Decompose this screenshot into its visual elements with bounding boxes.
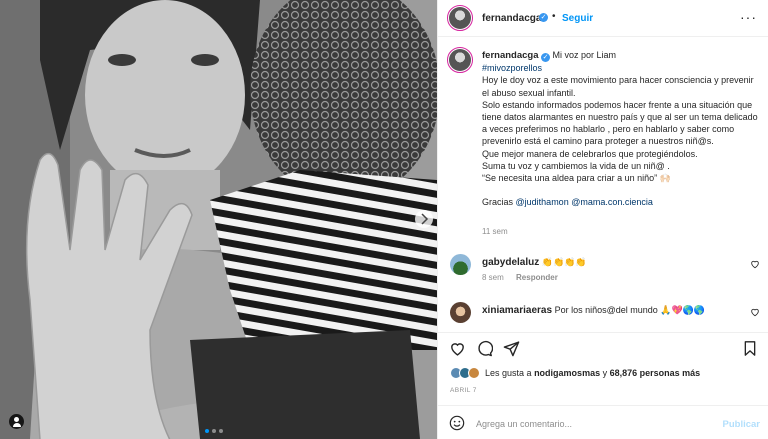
caption-line: “Se necesita una aldea para criar a un n… xyxy=(482,173,671,184)
reply-button[interactable]: Responder xyxy=(516,273,558,282)
commenter-avatar[interactable] xyxy=(450,254,471,275)
post-photo[interactable] xyxy=(0,0,437,439)
emoji-icon[interactable] xyxy=(449,415,465,431)
verified-icon: ✓ xyxy=(539,13,548,22)
verified-icon: ✓ xyxy=(541,53,551,62)
commenter-avatar[interactable] xyxy=(450,302,471,323)
bookmark-icon[interactable] xyxy=(742,340,758,357)
post-date[interactable]: ABRIL 7 xyxy=(450,387,477,394)
comment-text: gabydelaluz 👏👏👏👏 xyxy=(482,257,587,268)
liker-avatars xyxy=(450,367,480,379)
caption-title: Mi voz por Liam xyxy=(552,50,617,60)
caption-line xyxy=(482,184,762,196)
caption-line: Que mejor manera de celebrarlos que prot… xyxy=(482,148,698,159)
carousel-dots xyxy=(205,429,223,433)
carousel-dot xyxy=(212,429,216,433)
caption-thanks: Gracias xyxy=(482,197,514,208)
share-icon[interactable] xyxy=(503,340,520,357)
caption-username[interactable]: fernandacga xyxy=(482,50,539,61)
comment-meta: 8 sem Responder xyxy=(482,273,558,282)
liker-avatar[interactable] xyxy=(468,367,480,379)
caption-line: Hoy le doy voz a este movimiento para ha… xyxy=(482,75,754,98)
likes-conjunction: y xyxy=(602,368,608,378)
user-tag-icon[interactable] xyxy=(9,414,24,429)
likes-first-user[interactable]: nodigamosmas xyxy=(534,368,600,378)
author-avatar[interactable] xyxy=(447,5,473,31)
likes-summary: Les gusta a nodigamosmas y 68,876 person… xyxy=(450,365,700,381)
post-caption: fernandacga ✓ Mi voz por Liam #mivozpore… xyxy=(438,37,768,245)
author-username[interactable]: fernandacga xyxy=(482,13,541,24)
comment-timestamp[interactable]: 8 sem xyxy=(482,273,504,282)
comment-input[interactable]: Agrega un comentario... xyxy=(476,419,572,429)
carousel-dot xyxy=(219,429,223,433)
carousel-dot-active xyxy=(205,429,209,433)
commenter-username[interactable]: xiniamariaeras xyxy=(482,305,552,316)
post-side-panel: fernandacga ✓ • Seguir ··· fernandacga ✓… xyxy=(437,0,768,439)
heart-icon[interactable] xyxy=(449,340,466,357)
caption-line: Solo estando informados podemos hacer fr… xyxy=(482,99,758,147)
comment-heart-icon[interactable] xyxy=(750,259,760,269)
caption-timestamp[interactable]: 11 sem xyxy=(482,227,508,236)
caption-line: Suma tu voz y cambiemos la vida de un ni… xyxy=(482,160,670,171)
comment-item: gabydelaluz 👏👏👏👏 8 sem Responder xyxy=(438,250,768,290)
mention-link[interactable]: @mama.con.ciencia xyxy=(571,197,653,207)
caption-author-avatar[interactable] xyxy=(447,47,473,73)
mention-link[interactable]: @judithamon xyxy=(516,197,569,207)
post-header: fernandacga ✓ • Seguir ··· xyxy=(438,0,768,37)
post-actions xyxy=(438,332,768,362)
post-photo-illustration xyxy=(0,0,437,439)
commenter-username[interactable]: gabydelaluz xyxy=(482,257,539,268)
likes-prefix: Les gusta a xyxy=(485,368,532,378)
comment-body: 👏👏👏👏 xyxy=(541,257,587,267)
follow-button[interactable]: Seguir xyxy=(562,13,593,24)
comment-body: Por los niños@del mundo 🙏💖🌎🌎 xyxy=(554,305,706,315)
likes-count[interactable]: 68,876 personas más xyxy=(610,368,701,378)
publish-button[interactable]: Publicar xyxy=(723,419,761,430)
add-comment-bar: Agrega un comentario... Publicar xyxy=(438,405,768,439)
more-options-icon[interactable]: ··· xyxy=(740,9,757,25)
caption-hashtag[interactable]: #mivozporellos xyxy=(482,63,542,73)
caption-text: fernandacga ✓ Mi voz por Liam #mivozpore… xyxy=(482,49,762,209)
comment-icon[interactable] xyxy=(476,340,493,357)
separator-dot: • xyxy=(552,11,556,22)
comment-heart-icon[interactable] xyxy=(750,307,760,317)
comment-text: xiniamariaeras Por los niños@del mundo 🙏… xyxy=(482,305,705,316)
